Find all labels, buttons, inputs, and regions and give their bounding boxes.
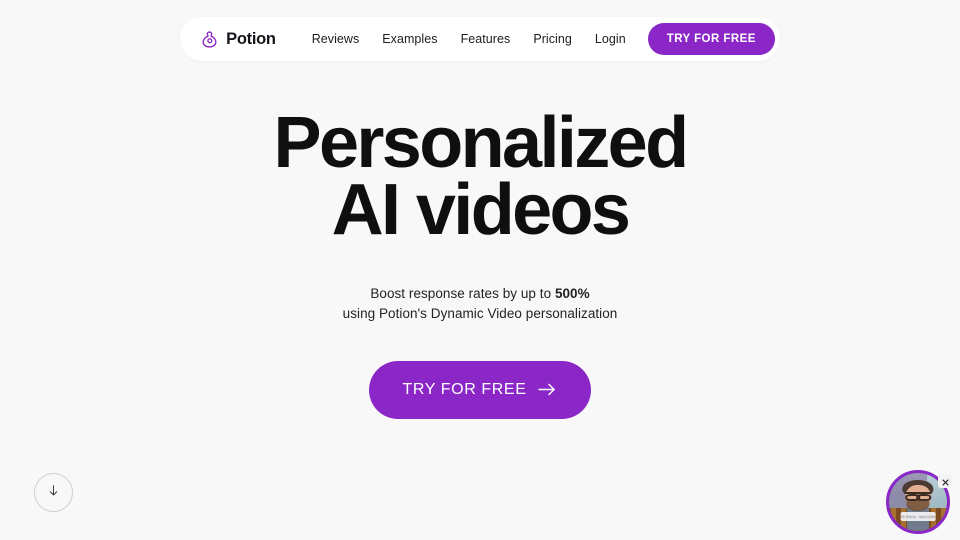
nav-links: Reviews Examples Features Pricing Login (312, 32, 626, 46)
nav-link-pricing[interactable]: Pricing (533, 32, 572, 46)
hero-cta-label: TRY FOR FREE (402, 380, 527, 398)
hero-try-for-free-button[interactable]: TRY FOR FREE (368, 360, 592, 419)
hero-title-line-1: Personalized (273, 103, 690, 183)
page-title: Personalized AI videos (0, 103, 960, 250)
video-widget: Hi there, welcome (886, 470, 952, 534)
brand-name: Potion (226, 29, 276, 48)
hero-subtitle: Boost response rates by up to 500% using… (0, 284, 960, 325)
arrow-right-icon (538, 382, 557, 397)
scroll-down-button[interactable] (34, 473, 73, 512)
video-caption-text: Hi there, welcome (900, 514, 936, 520)
nav-link-reviews[interactable]: Reviews (312, 32, 360, 46)
hero-subtitle-prefix: Boost response rates by up to (370, 285, 555, 301)
navbar-container: Potion Reviews Examples Features Pricing… (0, 0, 960, 78)
hero-subtitle-highlight: 500% (554, 285, 590, 301)
nav-link-examples[interactable]: Examples (382, 32, 437, 46)
brand-logo[interactable]: Potion (200, 30, 276, 49)
close-x-icon (941, 474, 949, 489)
hero-title-line-2: AI videos (331, 169, 631, 250)
nav-link-features[interactable]: Features (461, 32, 511, 46)
hero-subtitle-line-2: using Potion's Dynamic Video personaliza… (342, 306, 618, 322)
hero-section: Personalized AI videos Boost response ra… (0, 103, 960, 419)
video-widget-close-button[interactable] (938, 474, 952, 488)
navbar: Potion Reviews Examples Features Pricing… (180, 17, 780, 61)
video-caption-pill: Hi there, welcome (900, 512, 936, 522)
nav-link-login[interactable]: Login (595, 32, 626, 46)
arrow-down-icon (47, 483, 60, 503)
navbar-try-for-free-button[interactable]: TRY FOR FREE (647, 23, 775, 55)
potion-bottle-spiral-icon (200, 30, 219, 49)
video-person-glasses (905, 492, 931, 502)
